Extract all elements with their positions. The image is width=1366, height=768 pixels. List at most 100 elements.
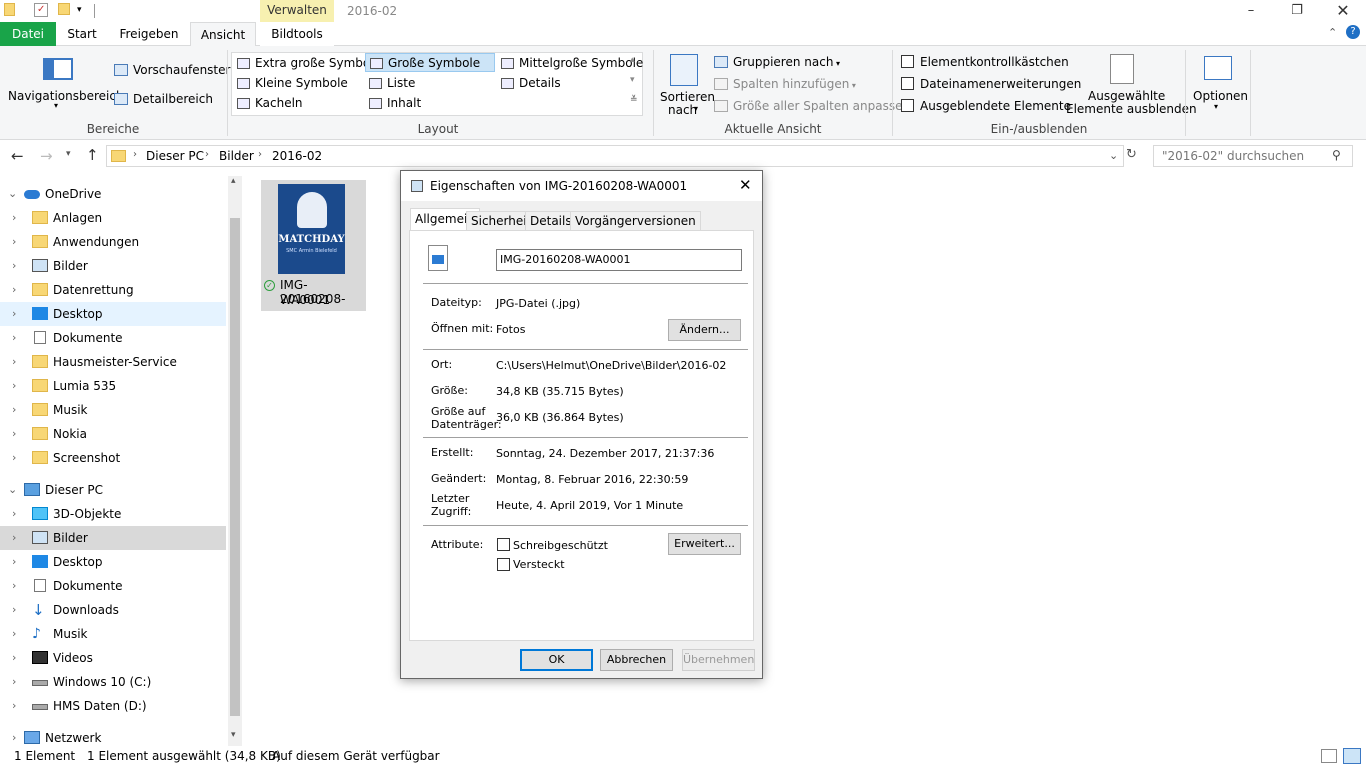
layout-extra-large-icons[interactable]: Extra große Symbole <box>233 54 381 73</box>
tab-details[interactable]: Details <box>525 211 577 231</box>
breadcrumb-chevron-icon[interactable]: › <box>205 149 209 160</box>
tab-previous-versions[interactable]: Vorgängerversionen <box>570 211 701 231</box>
chevron-right-icon[interactable]: › <box>12 694 16 718</box>
layout-medium-icons[interactable]: Mittelgroße Symbole <box>497 54 643 73</box>
chevron-right-icon[interactable]: › <box>12 230 16 254</box>
dialog-close-button[interactable]: ✕ <box>739 176 752 194</box>
ok-button[interactable]: OK <box>520 649 593 671</box>
sort-by-button[interactable]: Sortieren <box>660 90 715 104</box>
up-icon[interactable]: ↑ <box>86 146 99 164</box>
hide-selected-button[interactable]: Ausgewählte <box>1088 89 1165 103</box>
help-icon[interactable]: ? <box>1346 25 1360 39</box>
nav-item-this-pc[interactable]: ⌄ Dieser PC <box>0 478 226 502</box>
back-icon[interactable]: ← <box>11 147 24 165</box>
nav-item-bilder-onedrive[interactable]: › Bilder <box>0 254 226 278</box>
layout-content[interactable]: Inhalt <box>365 94 495 113</box>
preview-pane-button[interactable]: Vorschaufenster <box>114 63 230 77</box>
layout-list[interactable]: Liste <box>365 74 495 93</box>
scroll-down-icon[interactable]: ▾ <box>231 730 236 740</box>
nav-scrollbar[interactable]: ▴ ▾ <box>228 176 242 746</box>
chevron-right-icon[interactable]: › <box>12 502 16 526</box>
chevron-right-icon[interactable]: › <box>12 446 16 470</box>
checkbox[interactable] <box>901 77 914 90</box>
nav-item-downloads[interactable]: › ↓ Downloads <box>0 598 226 622</box>
group-by-button[interactable]: Gruppieren nach ▾ <box>714 55 840 69</box>
chevron-right-icon[interactable]: › <box>12 670 16 694</box>
nav-item-datenrettung[interactable]: › Datenrettung <box>0 278 226 302</box>
nav-item-3d-objects[interactable]: › 3D-Objekte <box>0 502 226 526</box>
chevron-right-icon[interactable]: › <box>12 574 16 598</box>
chevron-down-icon[interactable]: ⌄ <box>8 182 17 206</box>
breadcrumb-current[interactable]: 2016-02 <box>272 149 322 163</box>
breadcrumb-pictures[interactable]: Bilder <box>219 149 254 163</box>
cancel-button[interactable]: Abbrechen <box>600 649 673 671</box>
nav-item-bilder[interactable]: › Bilder <box>0 526 226 550</box>
chevron-right-icon[interactable]: › <box>12 398 16 422</box>
nav-item-anwendungen[interactable]: › Anwendungen <box>0 230 226 254</box>
nav-item-anlagen[interactable]: › Anlagen <box>0 206 226 230</box>
new-folder-icon[interactable] <box>58 3 70 15</box>
nav-item-drive-c[interactable]: › Windows 10 (C:) <box>0 670 226 694</box>
tab-picture-tools[interactable]: Bildtools <box>260 22 334 46</box>
checkbox[interactable] <box>901 55 914 68</box>
properties-icon[interactable]: ✓ <box>34 3 48 17</box>
large-icons-view-icon[interactable] <box>1343 748 1361 764</box>
file-item[interactable]: MATCHDAY SMC Armin Bielefeld ✓ IMG-20160… <box>261 180 366 311</box>
chevron-right-icon[interactable]: › <box>12 206 16 230</box>
layout-tiles[interactable]: Kacheln <box>233 94 363 113</box>
chevron-right-icon[interactable]: › <box>12 622 16 646</box>
nav-item-drive-d[interactable]: › HMS Daten (D:) <box>0 694 226 718</box>
scroll-down-icon[interactable]: ▾ <box>630 75 635 85</box>
tab-start[interactable]: Start <box>56 22 108 46</box>
nav-item-dokumente[interactable]: › Dokumente <box>0 574 226 598</box>
search-input[interactable]: "2016-02" durchsuchen <box>1153 145 1353 167</box>
chevron-right-icon[interactable]: › <box>12 302 16 326</box>
nav-item-lumia[interactable]: › Lumia 535 <box>0 374 226 398</box>
address-history-icon[interactable]: ⌄ <box>1109 149 1118 162</box>
scroll-up-icon[interactable]: ▴ <box>630 55 635 65</box>
close-button[interactable]: ✕ <box>1320 0 1366 22</box>
collapse-ribbon-icon[interactable]: ⌃ <box>1328 26 1337 39</box>
address-bar[interactable]: › Dieser PC › Bilder › 2016-02 ⌄ <box>106 145 1124 167</box>
restore-button[interactable]: ❐ <box>1274 0 1320 22</box>
navigation-pane-button[interactable]: Navigationsbereich <box>8 89 124 103</box>
breadcrumb-chevron-icon[interactable]: › <box>133 149 137 160</box>
nav-item-screenshot[interactable]: › Screenshot <box>0 446 226 470</box>
file-name-field[interactable]: IMG-20160208-WA0001 <box>496 249 742 271</box>
nav-item-onedrive[interactable]: ⌄ OneDrive <box>0 182 226 206</box>
readonly-checkbox[interactable] <box>497 538 510 551</box>
breadcrumb-chevron-icon[interactable]: › <box>258 149 262 160</box>
chevron-right-icon[interactable]: › <box>12 646 16 670</box>
layout-large-icons[interactable]: Große Symbole <box>365 53 495 72</box>
tab-view[interactable]: Ansicht <box>190 22 256 47</box>
tab-share[interactable]: Freigeben <box>110 22 188 46</box>
customize-quick-access-icon[interactable]: ▾ <box>77 5 91 19</box>
chevron-right-icon[interactable]: › <box>12 326 16 350</box>
recent-locations-icon[interactable]: ▾ <box>66 149 71 159</box>
nav-item-videos[interactable]: › Videos <box>0 646 226 670</box>
chevron-right-icon[interactable]: › <box>12 422 16 446</box>
hidden-items-toggle[interactable]: Ausgeblendete Elemente <box>901 99 1071 113</box>
checkbox[interactable] <box>901 99 914 112</box>
options-button[interactable]: Optionen <box>1193 89 1248 103</box>
hidden-checkbox[interactable] <box>497 558 510 571</box>
minimize-button[interactable]: – <box>1228 0 1274 22</box>
chevron-right-icon[interactable]: › <box>12 374 16 398</box>
scroll-thumb[interactable] <box>230 218 240 716</box>
chevron-right-icon[interactable]: › <box>12 350 16 374</box>
nav-item-dokumente-onedrive[interactable]: › Dokumente <box>0 326 226 350</box>
nav-item-musik[interactable]: › ♪ Musik <box>0 622 226 646</box>
refresh-icon[interactable]: ↻ <box>1126 147 1137 162</box>
nav-item-nokia[interactable]: › Nokia <box>0 422 226 446</box>
nav-item-musik-onedrive[interactable]: › Musik <box>0 398 226 422</box>
chevron-right-icon[interactable]: › <box>12 550 16 574</box>
nav-item-desktop-onedrive[interactable]: › Desktop <box>0 302 226 326</box>
chevron-right-icon[interactable]: › <box>12 254 16 278</box>
nav-item-desktop[interactable]: › Desktop <box>0 550 226 574</box>
layout-small-icons[interactable]: Kleine Symbole <box>233 74 363 93</box>
chevron-right-icon[interactable]: › <box>12 278 16 302</box>
change-button[interactable]: Ändern... <box>668 319 741 341</box>
chevron-right-icon[interactable]: › <box>12 526 16 550</box>
details-view-icon[interactable] <box>1321 749 1337 763</box>
layout-details[interactable]: Details <box>497 74 627 93</box>
